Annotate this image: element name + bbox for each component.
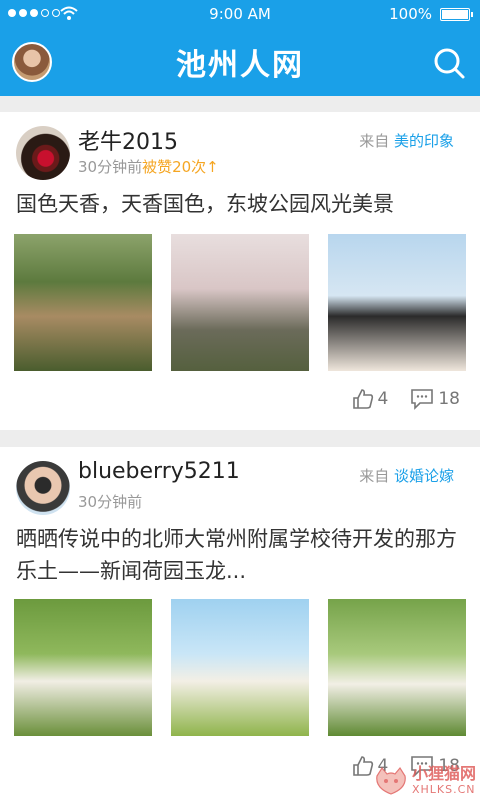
post-photo[interactable] (14, 234, 152, 371)
thumbs-up-icon (352, 756, 373, 776)
post-meta: 30分钟前被赞20次↑ (78, 156, 219, 177)
post-photo[interactable] (14, 599, 152, 736)
source-link[interactable]: 美的印象 (394, 132, 454, 150)
post-photos (14, 234, 466, 371)
search-icon[interactable] (432, 46, 466, 80)
post-photo[interactable] (328, 599, 466, 736)
battery-icon (440, 8, 473, 21)
comment-count: 18 (438, 389, 460, 409)
post-username[interactable]: 老牛2015 (78, 124, 178, 156)
source-link[interactable]: 谈婚论嫁 (394, 467, 454, 485)
cat-logo-icon (376, 766, 406, 795)
app-title: 池州人网 (176, 48, 304, 83)
post-avatar[interactable] (16, 126, 70, 180)
like-count: 4 (377, 389, 389, 409)
post-photo[interactable] (328, 234, 466, 371)
comment-button[interactable]: 18 (410, 388, 460, 410)
post-like-count-text: 被赞20次↑ (142, 158, 219, 176)
post-photo[interactable] (171, 234, 309, 371)
watermark-domain: XHLKS.CN (411, 783, 476, 796)
battery-percent: 100% (389, 5, 432, 23)
like-button[interactable]: 4 (352, 388, 389, 410)
post-time: 30分钟前 (78, 493, 143, 511)
post-username[interactable]: blueberry5211 (78, 459, 240, 484)
post-meta: 30分钟前 (78, 491, 142, 512)
post-time: 30分钟前 (78, 158, 143, 176)
status-bar: 9:00 AM 100% (0, 0, 480, 28)
post-photo[interactable] (171, 599, 309, 736)
post-avatar[interactable] (16, 461, 70, 515)
watermark-name: 小狸猫网 (411, 764, 476, 783)
post-card[interactable]: blueberry5211 30分钟前 来自 谈婚论嫁 晒晒传说中的北师大常州附… (0, 447, 480, 800)
post-photos (14, 599, 466, 736)
thumbs-up-icon (352, 389, 373, 409)
app-header: 池州人网 (0, 28, 480, 96)
post-card[interactable]: 老牛2015 30分钟前被赞20次↑ 来自 美的印象 国色天香，天香国色，东坡公… (0, 112, 480, 430)
comment-icon (411, 389, 434, 410)
source-prefix: 来自 (359, 132, 390, 150)
post-content[interactable]: 晒晒传说中的北师大常州附属学校待开发的那方乐土——新闻荷园玉龙... (16, 523, 464, 587)
post-source: 来自 美的印象 (359, 130, 454, 151)
post-actions: 4 18 (352, 388, 460, 410)
post-content[interactable]: 国色天香，天香国色，东坡公园风光美景 (16, 188, 464, 220)
post-source: 来自 谈婚论嫁 (359, 465, 454, 486)
watermark: 小狸猫网 XHLKS.CN (374, 765, 476, 796)
source-prefix: 来自 (359, 467, 390, 485)
